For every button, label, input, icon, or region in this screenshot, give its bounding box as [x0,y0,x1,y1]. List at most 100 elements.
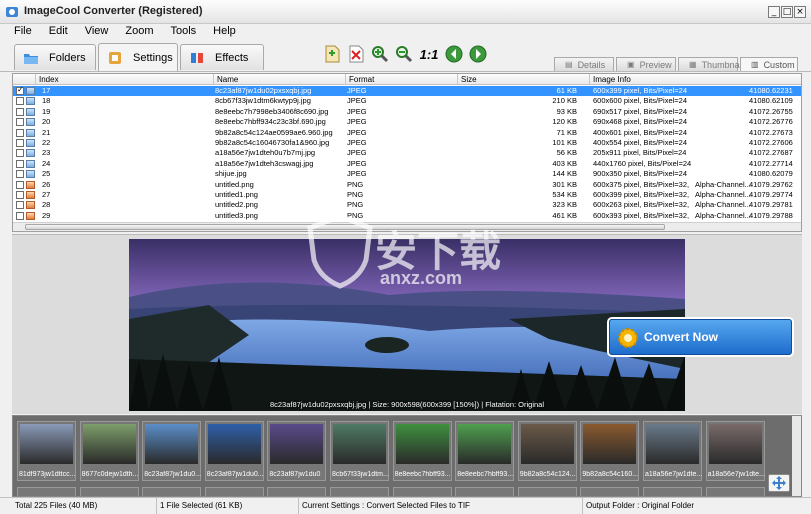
cell-date: 41079.29774 [749,190,793,199]
thumbnail-item[interactable] [17,487,76,496]
column-index[interactable]: Index [35,74,213,85]
add-files-button[interactable] [322,44,342,64]
table-row[interactable]: 27 untitled1.png PNG 534 KB 600x399 pixel, B… [13,190,801,200]
thumbnail-item[interactable]: 8677c0dejw1dth... [79,421,139,481]
settings-icon [109,51,121,64]
row-checkbox[interactable] [16,191,24,199]
thumbnail-item[interactable] [705,487,765,496]
remove-button[interactable] [346,44,366,64]
close-button[interactable]: × [794,6,806,18]
thumbnail-item[interactable]: 81df973jw1dttcc... [17,421,76,481]
tab-details[interactable]: ▤ Details [554,57,614,71]
thumbnail-item[interactable] [267,487,327,496]
thumbnail-item[interactable] [79,487,139,496]
maximize-button[interactable]: □ [781,6,793,18]
previous-button[interactable] [444,44,464,64]
tab-custom-label: Custom [763,59,795,70]
cell-format: JPEG [347,96,367,106]
menu-help[interactable]: Help [213,24,245,38]
thumbnail-item[interactable]: 8c23af87jw1du0 [267,421,327,481]
thumbnail-item[interactable] [142,487,202,496]
row-checkbox[interactable] [16,97,24,106]
actual-size-icon: 1:1 [419,46,439,62]
row-checkbox[interactable] [16,201,24,210]
folders-icon [24,53,38,64]
row-checkbox[interactable] [16,85,24,95]
zoom-in-button[interactable] [370,44,390,64]
row-checkbox[interactable] [16,128,24,137]
tab-preview[interactable]: ▣ Preview [616,57,676,71]
row-checkbox[interactable] [16,211,24,220]
table-row[interactable]: 26 untitled.png PNG 301 KB 600x375 pixel, Bi… [13,180,801,190]
convert-now-label: Convert Now [644,330,719,344]
thumbnail-item[interactable] [204,487,264,496]
menu-file[interactable]: File [14,24,41,38]
menu-zoom[interactable]: Zoom [125,24,162,38]
jpg-file-icon [26,139,35,147]
thumbnail-image [82,424,136,464]
row-checkbox[interactable] [16,107,24,116]
thumbnail-item[interactable]: 8e8eebc7hbff93... [455,421,515,481]
thumbnail-item[interactable]: 9b82a8c54c124... [517,421,577,481]
column-format[interactable]: Format [345,74,457,85]
thumbnail-item[interactable] [330,487,389,496]
thumbnail-item[interactable]: a18a56e7jw1dte... [705,421,765,481]
table-row[interactable]: 21 9b82a8c54c124ae0599ae6.960.jpg JPEG 71 K… [13,128,801,138]
table-row[interactable]: 18 8cb67f33jw1dtm6kwtyp9j.jpg JPEG 210 KB 60… [13,96,801,106]
thumbnail-scrollbar[interactable] [792,416,801,496]
table-row[interactable]: 20 8e8eebc7hbff934c23c3bf.690.jpg JPEG 120 … [13,117,801,127]
png-file-icon [26,211,35,220]
thumbnail-item[interactable]: 8cb67f33jw1dtm... [330,421,389,481]
table-row[interactable]: 23 a18a56e7jw1dteh0u7b7mj.jpg JPEG 56 KB 205… [13,148,801,158]
zoom-out-button[interactable] [394,44,414,64]
cell-name: a18a56e7jw1dteh3cswagj.jpg [215,158,314,168]
add-files-icon [325,45,340,63]
row-checkbox[interactable] [16,170,24,179]
tab-custom[interactable]: ▥ Custom [740,57,798,71]
thumbnail-item[interactable] [517,487,577,496]
next-button[interactable] [468,44,488,64]
thumbnail-item[interactable] [455,487,515,496]
thumbnail-item[interactable]: 8c23af87jw1du0... [142,421,202,481]
row-checkbox[interactable] [16,118,24,127]
thumbnail-image [583,424,637,464]
shield-icon [307,213,373,289]
menu-edit[interactable]: Edit [49,24,77,38]
convert-now-button[interactable]: Convert Now [609,319,792,355]
row-checkbox[interactable] [16,139,24,147]
thumbnail-item[interactable] [643,487,702,496]
tab-thumbnails[interactable]: ▦ Thumbnails [678,57,748,71]
tab-settings[interactable]: Settings [98,43,178,71]
column-size[interactable]: Size [457,74,589,85]
table-row[interactable]: 25 shijue.jpg JPEG 144 KB 900x350 pixel, Bit… [13,169,801,179]
thumbnail-label: 9b82a8c54c124... [519,471,576,478]
thumbnail-image [333,424,386,464]
cell-info: 600x393 pixel, Bits/Pixel=32, [593,210,690,220]
thumbnail-item[interactable]: 8c23af87jw1du0... [204,421,264,481]
row-checkbox[interactable] [16,159,24,168]
tab-effects[interactable]: Effects [180,44,264,70]
cell-format: PNG [347,179,364,189]
table-row[interactable]: 19 8e8eebc7h7998eb3406f8c690.jpg JPEG 93 KB… [13,107,801,117]
table-row[interactable]: 24 a18a56e7jw1dteh3cswagj.jpg JPEG 403 KB 44… [13,159,801,169]
thumbnail-item[interactable]: a18a56e7jw1dte... [643,421,702,481]
row-checkbox[interactable] [16,149,24,158]
column-image-info[interactable]: Image Info [589,74,801,85]
menu-view[interactable]: View [85,24,118,38]
png-file-icon [26,191,35,199]
cell-name: untitled3.png [215,210,258,220]
menu-tools[interactable]: Tools [170,24,205,38]
actual-size-button[interactable]: 1:1 [418,44,440,64]
row-checkbox[interactable] [16,180,24,189]
navigator-button[interactable] [768,474,790,492]
tab-folders[interactable]: Folders [14,44,96,70]
table-row[interactable]: 17 8c23af87jw1du02pxsxqbj.jpg JPEG 61 KB 600… [13,85,801,97]
minimize-button[interactable]: _ [768,6,780,18]
thumbnail-item[interactable]: 8e8eebc7hbff93... [392,421,452,481]
thumbnail-item[interactable] [392,487,452,496]
thumbnail-item[interactable]: 9b82a8c54c160... [580,421,640,481]
column-name[interactable]: Name [213,74,345,85]
thumbnail-item[interactable] [580,487,640,496]
thumbnail-strip: 81df973jw1dttcc... 8677c0dejw1dth... 8c23a… [12,415,802,497]
table-row[interactable]: 22 9b82a8c54c16046730fa1&960.jpg JPEG 101 K… [13,138,801,148]
